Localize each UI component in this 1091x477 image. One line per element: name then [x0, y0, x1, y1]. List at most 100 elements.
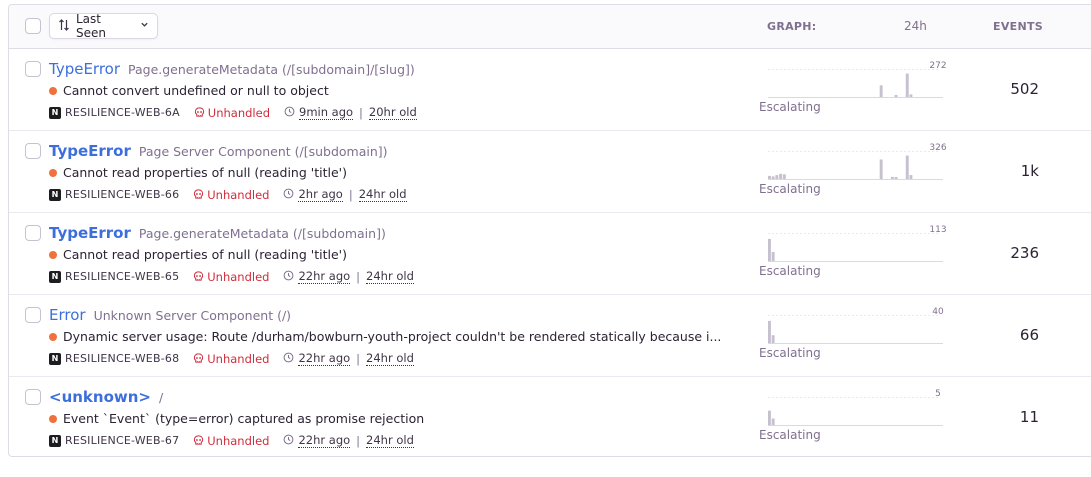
- graph-status: Escalating: [759, 182, 821, 196]
- issue-message: Cannot read properties of null (reading …: [63, 165, 347, 180]
- issue-row[interactable]: TypeError Page.generateMetadata (/[subdo…: [9, 49, 1091, 131]
- event-count[interactable]: 11: [1020, 408, 1039, 426]
- issue-row[interactable]: Error Unknown Server Component (/) Dynam…: [9, 295, 1091, 377]
- issue-graph[interactable]: 326 Escalating: [759, 143, 949, 196]
- unhandled-badge: Unhandled: [193, 270, 269, 284]
- level-error-icon: [49, 250, 57, 259]
- issue-checkbox[interactable]: [25, 143, 41, 159]
- nextjs-platform-icon: N: [49, 352, 61, 365]
- unhandled-label: Unhandled: [207, 105, 270, 120]
- time-separator: |: [356, 351, 361, 366]
- issue-graph-chart: 40: [768, 307, 944, 344]
- level-error-icon: [49, 332, 57, 341]
- issue-graph-chart: 272: [768, 61, 947, 98]
- select-all-checkbox[interactable]: [25, 18, 41, 34]
- first-seen-age[interactable]: 24hr old: [366, 433, 414, 448]
- first-seen-age[interactable]: 24hr old: [358, 187, 407, 202]
- graph-bar: [771, 176, 775, 179]
- event-count[interactable]: 236: [1010, 244, 1039, 262]
- first-seen-age[interactable]: 24hr old: [366, 269, 414, 284]
- issue-meta: N RESILIENCE-WEB-6A Unhandled 9min ago |…: [49, 105, 417, 120]
- nextjs-platform-icon: N: [49, 434, 61, 447]
- issue-checkbox[interactable]: [25, 307, 41, 323]
- event-count[interactable]: 66: [1020, 326, 1039, 344]
- graph-max-label: 113: [929, 225, 946, 235]
- issue-graph[interactable]: 113 Escalating: [759, 225, 949, 278]
- issue-graph-chart: 326: [768, 143, 947, 180]
- graph-status: Escalating: [759, 428, 821, 442]
- issue-checkbox[interactable]: [25, 61, 41, 77]
- issue-meta: N RESILIENCE-WEB-65 Unhandled 22hr ago |…: [49, 269, 414, 284]
- issue-message-line: Event `Event` (type=error) captured as p…: [49, 411, 749, 426]
- issue-message-line: Cannot read properties of null (reading …: [49, 165, 749, 180]
- issue-title[interactable]: TypeError Page.generateMetadata (/[subdo…: [49, 224, 386, 242]
- graph-bar: [894, 177, 898, 179]
- last-seen[interactable]: 22hr ago: [298, 433, 351, 448]
- clock-icon: [283, 188, 294, 202]
- events-column-header[interactable]: EVENTS: [993, 20, 1043, 33]
- graph-bar: [768, 320, 771, 343]
- issue-title[interactable]: TypeError Page.generateMetadata (/[subdo…: [49, 60, 415, 78]
- issue-row[interactable]: TypeError Page.generateMetadata (/[subdo…: [9, 213, 1091, 295]
- time-separator: |: [356, 269, 361, 284]
- graph-bar: [905, 155, 909, 179]
- error-type[interactable]: TypeError: [49, 142, 131, 160]
- issue-short-id[interactable]: RESILIENCE-WEB-65: [65, 270, 179, 283]
- error-type[interactable]: <unknown>: [49, 388, 151, 406]
- graph-bar: [782, 174, 786, 179]
- issue-short-id[interactable]: RESILIENCE-WEB-68: [65, 352, 179, 365]
- graph-bar: [890, 176, 894, 179]
- issue-meta: N RESILIENCE-WEB-67 Unhandled 22hr ago |…: [49, 433, 414, 448]
- event-count[interactable]: 502: [1010, 80, 1039, 98]
- last-seen[interactable]: 2hr ago: [298, 187, 343, 202]
- issue-title[interactable]: <unknown> /: [49, 388, 163, 406]
- graph-status: Escalating: [759, 346, 821, 360]
- graph-period-toggle[interactable]: 24h: [904, 19, 927, 33]
- unhandled-badge: Unhandled: [194, 106, 270, 120]
- graph-bar: [768, 238, 771, 261]
- time-info: 22hr ago | 24hr old: [283, 351, 414, 366]
- graph-max-label: 272: [929, 61, 946, 71]
- event-count[interactable]: 1k: [1021, 162, 1039, 180]
- issue-graph[interactable]: 5 Escalating: [759, 389, 949, 442]
- issue-message-line: Dynamic server usage: Route /durham/bowb…: [49, 329, 749, 344]
- issue-row[interactable]: <unknown> / Event `Event` (type=error) c…: [9, 377, 1091, 459]
- issue-short-id[interactable]: RESILIENCE-WEB-66: [65, 188, 179, 201]
- issue-title[interactable]: TypeError Page Server Component (/[subdo…: [49, 142, 388, 160]
- issue-message: Cannot convert undefined or null to obje…: [63, 83, 329, 98]
- issue-message: Cannot read properties of null (reading …: [63, 247, 347, 262]
- error-type[interactable]: TypeError: [49, 60, 120, 78]
- error-type[interactable]: TypeError: [49, 224, 131, 242]
- first-seen-age[interactable]: 20hr old: [368, 105, 417, 120]
- unhandled-badge: Unhandled: [193, 434, 269, 448]
- issue-graph[interactable]: 272 Escalating: [759, 61, 949, 114]
- last-seen[interactable]: 9min ago: [299, 105, 354, 120]
- issue-row[interactable]: TypeError Page Server Component (/[subdo…: [9, 131, 1091, 213]
- level-error-icon: [49, 168, 57, 177]
- unhandled-badge: Unhandled: [193, 352, 269, 366]
- issue-message-line: Cannot convert undefined or null to obje…: [49, 83, 749, 98]
- last-seen[interactable]: 22hr ago: [298, 351, 351, 366]
- time-info: 9min ago | 20hr old: [284, 105, 417, 120]
- sort-dropdown-button[interactable]: Last Seen: [49, 12, 158, 40]
- first-seen-age[interactable]: 24hr old: [366, 351, 414, 366]
- issue-graph[interactable]: 40 Escalating: [759, 307, 949, 360]
- graph-bar: [771, 418, 775, 425]
- issue-title[interactable]: Error Unknown Server Component (/): [49, 306, 291, 324]
- issue-short-id[interactable]: RESILIENCE-WEB-67: [65, 434, 179, 447]
- graph-status: Escalating: [759, 100, 821, 114]
- nextjs-platform-icon: N: [49, 270, 61, 283]
- clock-icon: [284, 106, 295, 120]
- issue-checkbox[interactable]: [25, 389, 41, 405]
- graph-bar: [909, 94, 913, 97]
- skull-icon: [193, 435, 204, 446]
- time-separator: |: [348, 187, 353, 202]
- last-seen[interactable]: 22hr ago: [298, 269, 351, 284]
- time-info: 22hr ago | 24hr old: [283, 433, 414, 448]
- issue-message-line: Cannot read properties of null (reading …: [49, 247, 749, 262]
- issue-checkbox[interactable]: [25, 225, 41, 241]
- graph-status: Escalating: [759, 264, 821, 278]
- graph-max-label: 5: [935, 389, 941, 399]
- issue-short-id[interactable]: RESILIENCE-WEB-6A: [65, 106, 180, 119]
- error-type[interactable]: Error: [49, 306, 86, 324]
